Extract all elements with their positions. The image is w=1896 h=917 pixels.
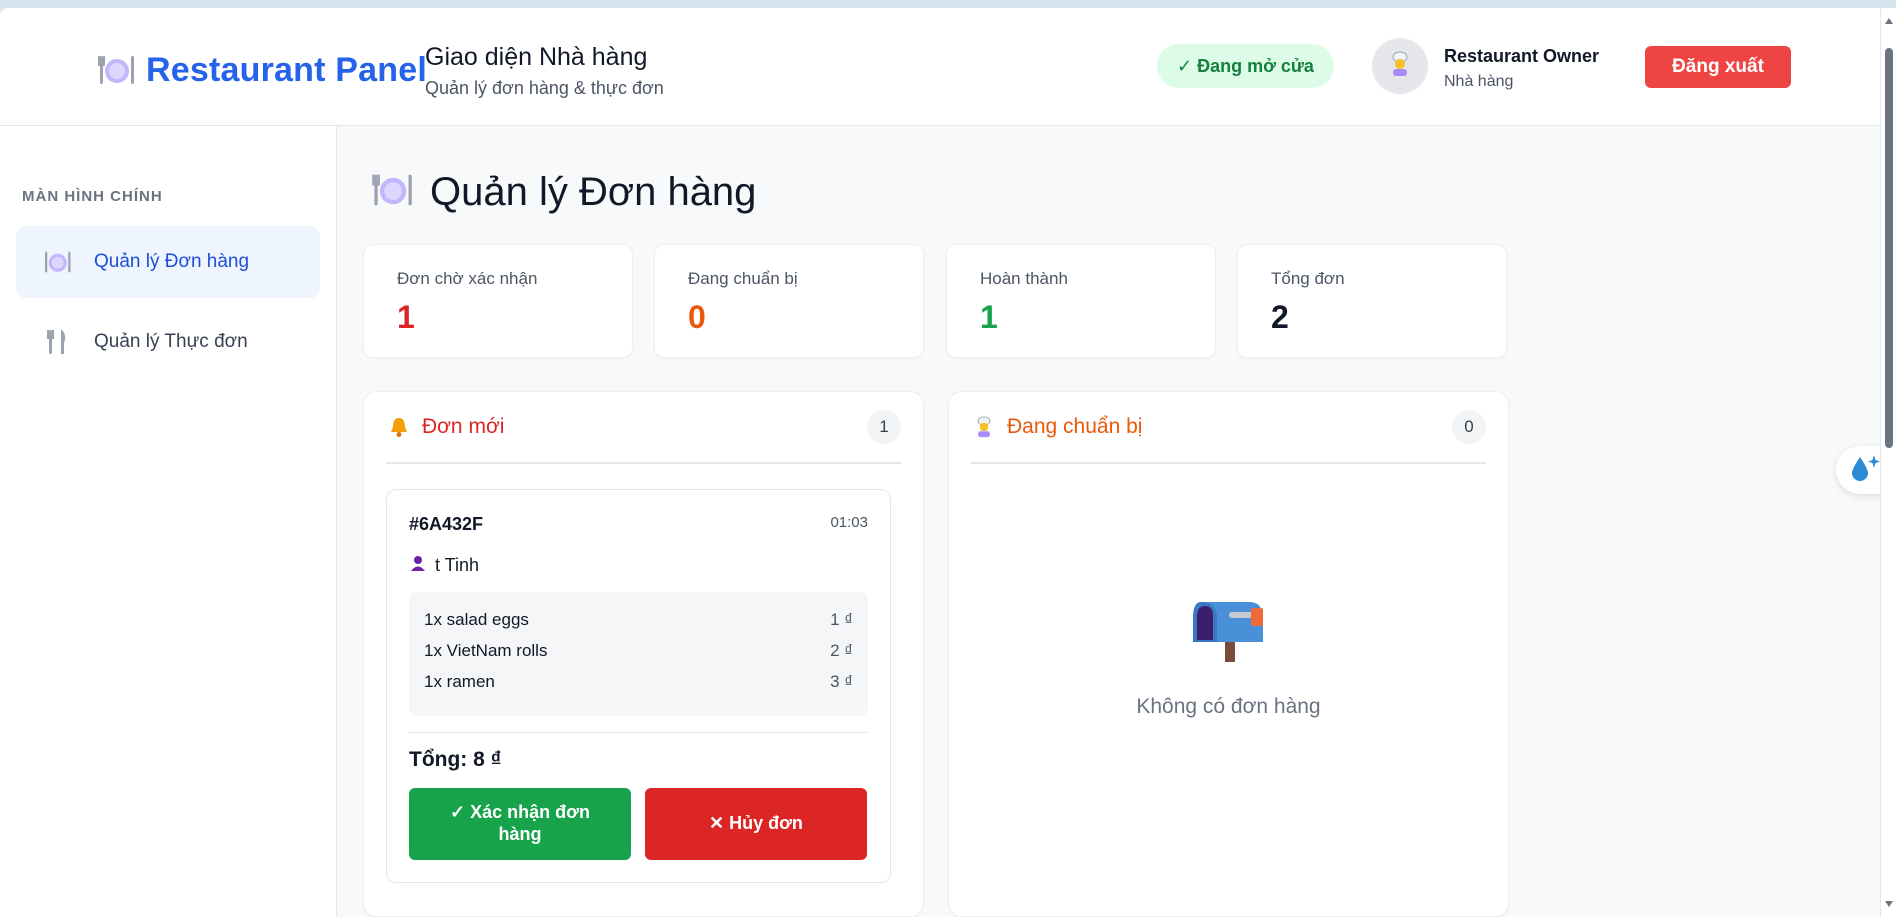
page-scrollbar[interactable] xyxy=(1880,8,1896,917)
divider xyxy=(409,732,868,733)
avatar[interactable] xyxy=(1372,38,1428,94)
item-price: 1 ₫ xyxy=(830,610,853,629)
user-icon xyxy=(409,554,427,577)
user-info: Restaurant Owner Nhà hàng xyxy=(1444,46,1599,91)
mailbox-icon xyxy=(1189,602,1269,668)
bell-icon xyxy=(386,414,412,440)
header-texts: Giao diện Nhà hàng Quản lý đơn hàng & th… xyxy=(425,43,664,99)
order-card[interactable]: #6A432F 01:03 t Tinh 1x salad eggs 1 ₫ 1… xyxy=(386,489,891,883)
plate-icon xyxy=(370,168,414,217)
sidebar-item-label: Quản lý Thực đơn xyxy=(94,331,248,352)
item-name: 1x VietNam rolls xyxy=(424,641,548,660)
chef-icon xyxy=(971,414,997,440)
stat-card-pending: Đơn chờ xác nhận 1 xyxy=(363,244,633,358)
order-time: 01:03 xyxy=(830,514,868,531)
item-name: 1x ramen xyxy=(424,672,495,691)
order-total: Tổng: 8 ₫ xyxy=(409,748,502,771)
chef-icon xyxy=(1387,51,1413,82)
user-role: Nhà hàng xyxy=(1444,73,1514,90)
list-item: 1x VietNam rolls 2 ₫ xyxy=(424,641,853,672)
app-header: Restaurant Panel Giao diện Nhà hàng Quản… xyxy=(0,8,1880,126)
plate-icon xyxy=(42,247,72,277)
empty-text: Không có đơn hàng xyxy=(1136,695,1321,718)
stat-value: 2 xyxy=(1271,299,1289,335)
page-title-row: Quản lý Đơn hàng xyxy=(370,168,756,217)
stat-value: 1 xyxy=(397,299,415,335)
empty-state: Không có đơn hàng xyxy=(949,592,1508,719)
stat-card-total: Tổng đơn 2 xyxy=(1237,244,1507,358)
panel-title: Đơn mới xyxy=(422,415,505,438)
order-customer: t Tinh xyxy=(409,554,479,577)
droplet-sparkle-icon xyxy=(1848,453,1882,488)
app-frame: Restaurant Panel Giao diện Nhà hàng Quản… xyxy=(0,8,1880,917)
sidebar: MÀN HÌNH CHÍNH Quản lý Đơn hàng Quản lý … xyxy=(0,126,337,917)
logout-button[interactable]: Đăng xuất xyxy=(1645,46,1791,88)
stat-value: 1 xyxy=(980,299,998,335)
stat-card-completed: Hoàn thành 1 xyxy=(946,244,1216,358)
sidebar-item-orders[interactable]: Quản lý Đơn hàng xyxy=(16,226,320,298)
cancel-order-button[interactable]: ✕ Hủy đơn xyxy=(645,788,867,860)
open-status-badge: ✓ Đang mở cửa xyxy=(1157,44,1334,88)
stat-card-preparing: Đang chuẩn bị 0 xyxy=(654,244,924,358)
header-subtitle: Quản lý đơn hàng & thực đơn xyxy=(425,78,664,98)
order-items: 1x salad eggs 1 ₫ 1x VietNam rolls 2 ₫ 1… xyxy=(409,592,868,716)
plate-icon xyxy=(96,50,136,90)
stat-label: Tổng đơn xyxy=(1271,269,1345,288)
item-name: 1x salad eggs xyxy=(424,610,529,629)
sidebar-item-menu[interactable]: Quản lý Thực đơn xyxy=(16,306,320,378)
user-name: Restaurant Owner xyxy=(1444,46,1600,66)
stat-label: Đơn chờ xác nhận xyxy=(397,269,538,288)
count-badge: 0 xyxy=(1452,410,1486,444)
sidebar-item-label: Quản lý Đơn hàng xyxy=(94,251,250,272)
confirm-order-button[interactable]: ✓ Xác nhận đơn hàng xyxy=(409,788,631,860)
fork-knife-icon xyxy=(42,327,72,357)
panel-header: Đang chuẩn bị 0 xyxy=(971,392,1486,464)
stat-label: Hoàn thành xyxy=(980,269,1068,288)
list-item: 1x salad eggs 1 ₫ xyxy=(424,610,853,641)
sidebar-section-label: MÀN HÌNH CHÍNH xyxy=(22,188,163,205)
preparing-panel: Đang chuẩn bị 0 Không có đơn hàng xyxy=(948,391,1509,917)
item-price: 3 ₫ xyxy=(830,672,853,691)
list-item: 1x ramen 3 ₫ xyxy=(424,672,853,703)
order-id: #6A432F xyxy=(409,514,484,534)
customer-name: t Tinh xyxy=(435,555,480,575)
count-badge: 1 xyxy=(867,410,901,444)
scroll-up-arrow-icon[interactable] xyxy=(1884,16,1894,26)
scrollbar-thumb[interactable] xyxy=(1885,48,1893,448)
new-orders-panel: Đơn mới 1 #6A432F 01:03 t Tinh 1x salad … xyxy=(363,391,924,917)
stat-value: 0 xyxy=(688,299,706,335)
panel-header: Đơn mới 1 xyxy=(386,392,901,464)
panel-title: Đang chuẩn bị xyxy=(1007,415,1143,438)
item-price: 2 ₫ xyxy=(830,641,853,660)
browser-top-strip xyxy=(0,0,1896,8)
main-content: Quản lý Đơn hàng Đơn chờ xác nhận 1 Đang… xyxy=(338,126,1880,917)
brand-title: Restaurant Panel xyxy=(146,50,427,89)
brand[interactable]: Restaurant Panel xyxy=(96,50,427,90)
stat-label: Đang chuẩn bị xyxy=(688,269,798,288)
header-title: Giao diện Nhà hàng xyxy=(425,43,648,71)
scroll-down-arrow-icon[interactable] xyxy=(1884,899,1894,909)
page-title: Quản lý Đơn hàng xyxy=(430,170,757,214)
